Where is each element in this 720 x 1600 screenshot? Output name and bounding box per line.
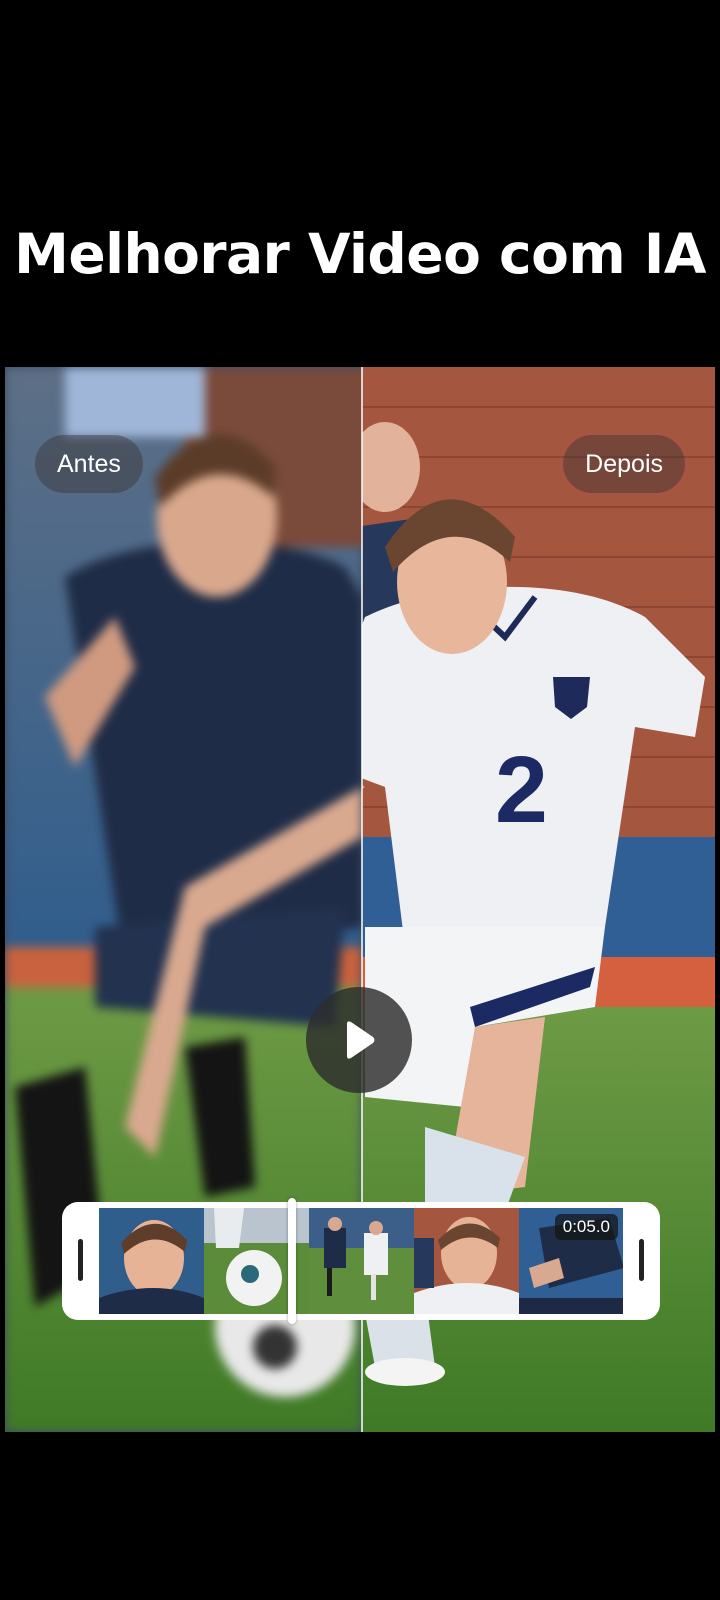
page-title: Melhorar Video com IA: [14, 222, 706, 286]
timeline-thumbnails: [99, 1208, 623, 1314]
jersey-number: 2: [495, 737, 548, 843]
thumbnail-frame: [414, 1208, 519, 1314]
timestamp-badge: 0:05.0: [554, 1214, 618, 1240]
before-label: Antes: [35, 435, 143, 493]
video-comparison-preview[interactable]: 2 Antes Depois 0:05.0: [5, 367, 715, 1432]
trim-handle-right[interactable]: [639, 1239, 644, 1281]
thumbnail-frame: [309, 1208, 414, 1314]
play-button[interactable]: [306, 987, 412, 1093]
play-icon: [347, 1021, 375, 1059]
thumbnail-frame: [99, 1208, 204, 1314]
after-label: Depois: [563, 435, 685, 493]
trim-handle-left[interactable]: [78, 1239, 83, 1281]
timeline-playhead[interactable]: [288, 1198, 296, 1324]
video-timeline[interactable]: 0:05.0: [62, 1198, 660, 1324]
